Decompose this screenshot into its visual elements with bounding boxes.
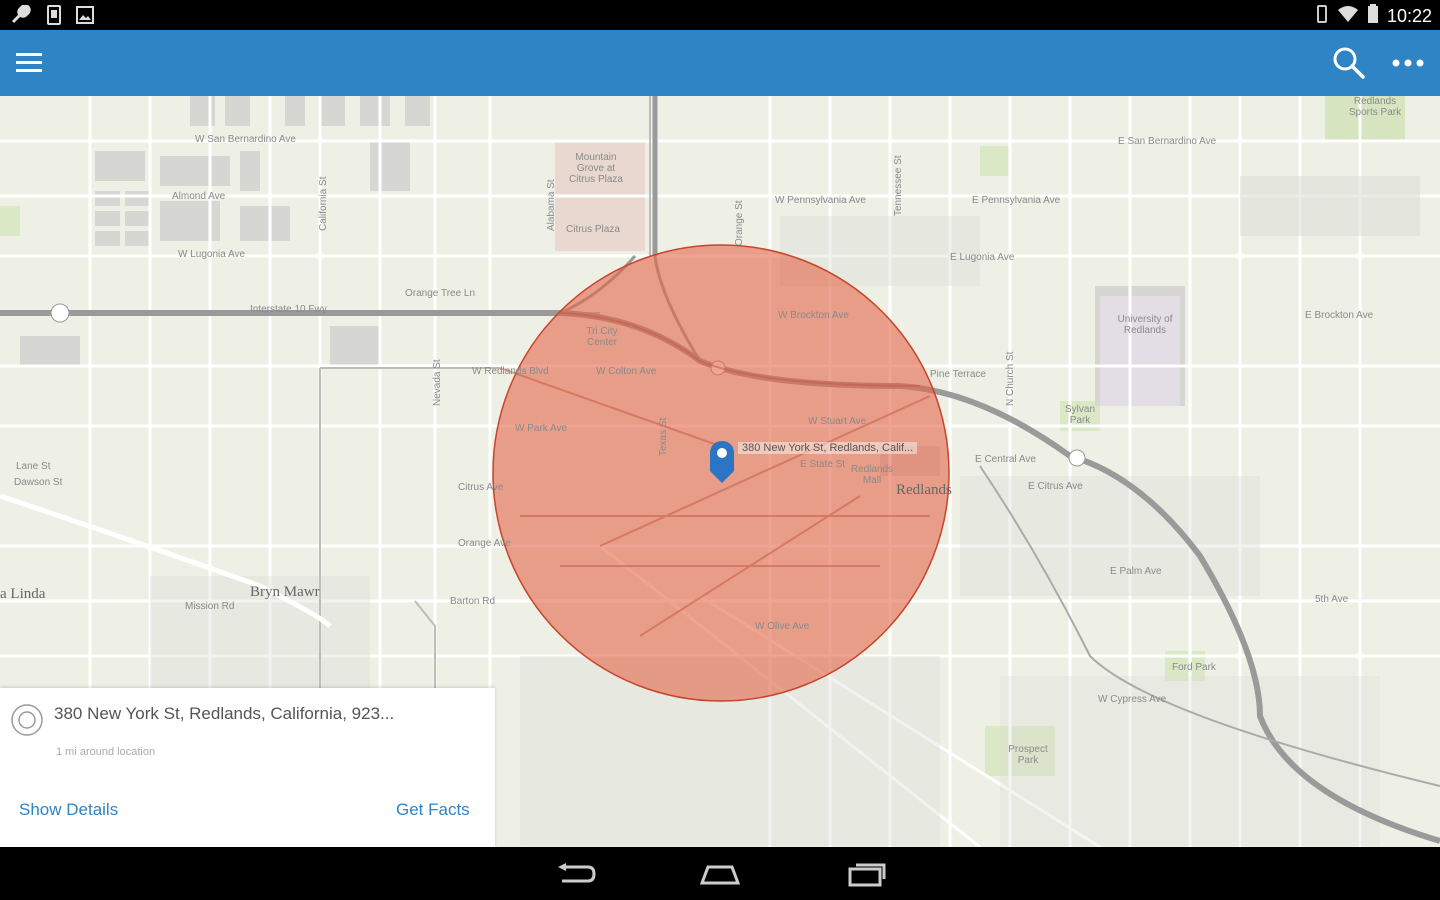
map-label: E Pennsylvania Ave	[972, 195, 1061, 206]
map-label: Lane St	[16, 461, 51, 472]
map-label: W Park Ave	[515, 423, 568, 434]
recents-icon[interactable]	[844, 859, 888, 889]
wrench-icon	[10, 4, 32, 30]
map-label: Mountain Grove at Citrus Plaza	[569, 152, 623, 185]
clock: 10:22	[1386, 6, 1432, 26]
map-label: Sylvan Park	[1064, 404, 1095, 426]
map-label: E Central Ave	[975, 454, 1036, 465]
map-label: a Linda	[0, 586, 46, 602]
map-label: W Colton Ave	[596, 366, 657, 377]
card-address: 380 New York St, Redlands, California, 9…	[54, 704, 395, 723]
show-details-button[interactable]: Show Details	[19, 800, 118, 820]
map-label: W Lugonia Ave	[178, 249, 246, 260]
map-label: Redlands Mall	[850, 464, 894, 486]
map-label: Ford Park	[1172, 662, 1216, 673]
home-icon[interactable]	[698, 859, 742, 889]
map-label: Redlands Sports Park	[1348, 96, 1402, 118]
map-label: Alabama St	[546, 179, 557, 231]
map-label: Orange Tree Ln	[405, 288, 476, 299]
menu-icon[interactable]	[12, 46, 46, 80]
map-label: E San Bernardino Ave	[1118, 136, 1217, 147]
map-label: Dawson St	[14, 477, 63, 488]
pin-label: 380 New York St, Redlands, Calif...	[738, 442, 918, 454]
location-card: 380 New York St, Redlands, California, 9…	[0, 688, 495, 847]
wifi-icon	[1337, 5, 1359, 28]
app-bar	[0, 30, 1440, 96]
map-label: Citrus Plaza	[566, 224, 620, 235]
map-label: Bryn Mawr	[250, 584, 320, 600]
map-label: 5th Ave	[1315, 594, 1349, 605]
map-label: N Church St	[1005, 351, 1016, 406]
overflow-icon[interactable]	[1388, 50, 1428, 76]
map-label: E Citrus Ave	[1028, 481, 1083, 492]
map-label: W Brockton Ave	[778, 310, 849, 321]
map-label: W Olive Ave	[755, 621, 810, 632]
target-icon	[10, 703, 44, 737]
map-label: W Pennsylvania Ave	[775, 195, 866, 206]
map-label: W Redlands Blvd	[472, 366, 549, 377]
back-icon[interactable]	[554, 859, 598, 889]
map-label: Almond Ave	[172, 191, 226, 202]
sd-card-icon	[46, 5, 62, 30]
map-label: Citrus Ave	[458, 482, 504, 493]
image-icon	[76, 6, 94, 29]
map-label: Orange St	[734, 200, 745, 246]
map-label: Interstate 10 Fwy	[250, 304, 327, 315]
map-label: E Brockton Ave	[1305, 310, 1374, 321]
map-label: Texas St	[658, 417, 669, 456]
map-label: E State St	[800, 459, 846, 470]
navigation-bar	[0, 847, 1440, 900]
map-label: E Lugonia Ave	[950, 252, 1015, 263]
map-label: Redlands	[896, 482, 952, 498]
map-label: W Cypress Ave	[1098, 694, 1167, 705]
map-label: W San Bernardino Ave	[195, 134, 296, 145]
status-bar: 10:22	[0, 0, 1440, 30]
get-facts-button[interactable]: Get Facts	[396, 800, 470, 820]
map-label: Barton Rd	[450, 596, 496, 607]
search-icon[interactable]	[1330, 44, 1368, 82]
map-label: Pine Terrace	[930, 369, 986, 380]
map-label: California St	[318, 176, 329, 231]
map-label: Tennessee St	[893, 155, 904, 216]
map-label: Nevada St	[432, 359, 443, 406]
map-label: Orange Ave	[458, 538, 511, 549]
map-label: Tri City Center	[586, 326, 618, 348]
map-label: E Palm Ave	[1110, 566, 1162, 577]
map-label: University of Redlands	[1117, 314, 1173, 336]
battery-icon	[1367, 4, 1379, 29]
location-pin-icon[interactable]	[708, 439, 736, 485]
map-label: W Stuart Ave	[808, 416, 867, 427]
map-label: Prospect Park	[1008, 744, 1048, 766]
vibrate-icon	[1315, 4, 1329, 29]
map-label: Mission Rd	[185, 601, 235, 612]
card-subtitle: 1 mi around location	[56, 746, 156, 758]
